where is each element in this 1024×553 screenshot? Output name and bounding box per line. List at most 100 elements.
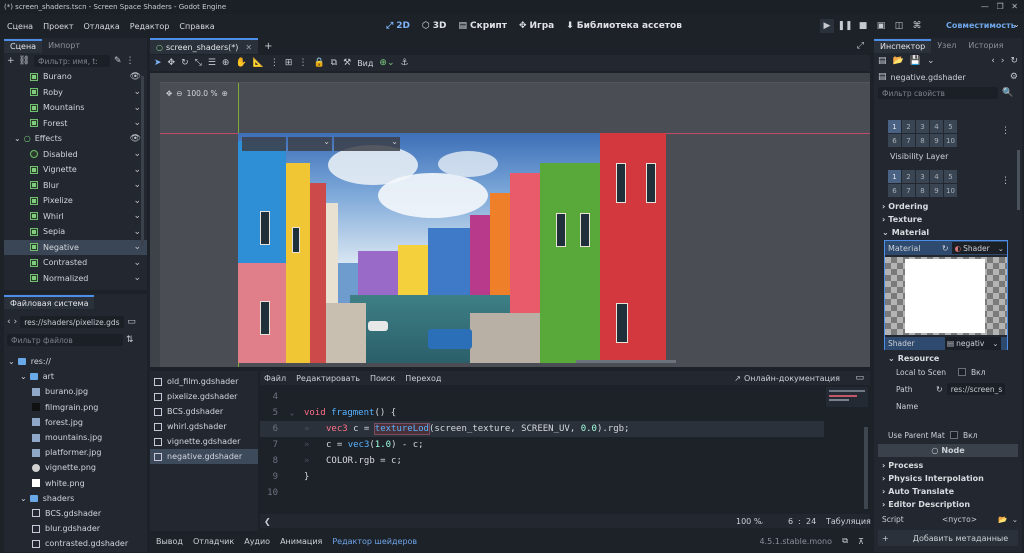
scene-node[interactable]: Forest ⌄ — [4, 116, 147, 132]
menu-help[interactable]: Справка — [174, 22, 219, 31]
layer-cell[interactable]: 7 — [902, 134, 915, 147]
chevron-down-icon[interactable]: ⌄ — [1012, 515, 1018, 524]
shader-picker[interactable]: ▤ negativ ⌄ — [945, 337, 1001, 350]
collapse-icon[interactable]: ❮ — [264, 517, 271, 526]
add-metadata-button[interactable]: + Добавить метаданные — [878, 530, 1018, 546]
split-view-icon[interactable]: ▭ — [127, 317, 136, 327]
add-point-icon[interactable]: ⊕⌄ — [379, 58, 394, 68]
file-item[interactable]: BCS.gdshader — [4, 506, 147, 521]
chevron-down-icon[interactable]: ⌄ — [133, 149, 141, 159]
add-node-icon[interactable]: + — [7, 56, 15, 66]
forward-icon[interactable]: › — [1001, 56, 1005, 66]
visibility-eye-icon[interactable]: 👁 — [130, 134, 141, 144]
section-material[interactable]: ⌄ Material — [878, 226, 1018, 239]
group-icon[interactable]: ⧉ — [331, 58, 337, 68]
menu-project[interactable]: Проект — [38, 22, 78, 31]
pan-icon[interactable]: ✥ — [166, 89, 172, 98]
menu-debug[interactable]: Отладка — [79, 22, 125, 31]
scene-node[interactable]: Disabled ⌄ — [4, 147, 147, 163]
layer-cell[interactable]: 3 — [916, 120, 929, 133]
workspace-2d[interactable]: ⤢ 2D — [380, 21, 416, 31]
layer-cell[interactable]: 2 — [902, 120, 915, 133]
chevron-down-icon[interactable]: ⌄ — [133, 227, 141, 237]
zoom-out-icon[interactable]: ⊖ — [176, 89, 182, 98]
filesystem-path-input[interactable]: res://shaders/pixelize.gds — [20, 316, 125, 328]
layer-cell[interactable]: 5 — [944, 170, 957, 183]
chevron-down-icon[interactable]: ⌄ — [133, 165, 141, 175]
script-attach-icon[interactable]: ✎ — [114, 56, 122, 66]
light-mask-grid[interactable]: 1 2 3 4 5 6 7 8 9 10 — [888, 120, 957, 147]
menu-editor[interactable]: Редактор — [125, 22, 175, 31]
toggle-list-icon[interactable]: ▭ — [855, 373, 864, 383]
menu-search[interactable]: Поиск — [370, 374, 395, 383]
lock-icon[interactable]: 🔒 — [313, 58, 324, 68]
snap-options-icon[interactable]: ⋮ — [298, 58, 307, 68]
chevron-down-icon[interactable]: ⌄ — [133, 180, 141, 190]
window-controls[interactable]: — ❐ ✕ — [981, 2, 1018, 11]
link-icon[interactable]: ⛓ — [19, 56, 30, 66]
expand-arrow-icon[interactable]: ⌄ — [8, 357, 15, 366]
fold-arrow-icon[interactable]: ⌄ — [290, 409, 304, 417]
minimap[interactable] — [826, 387, 868, 407]
scene-node[interactable]: Sepia ⌄ — [4, 224, 147, 240]
inspected-resource[interactable]: negative.gdshader — [891, 73, 966, 82]
file-item[interactable]: burano.jpg — [4, 384, 147, 399]
back-icon[interactable]: ‹ — [991, 56, 995, 66]
layer-cell[interactable]: 6 — [888, 184, 901, 197]
tab-filesystem[interactable]: Файловая система — [4, 295, 95, 309]
tab-shader-editor[interactable]: Редактор шейдеров — [332, 537, 417, 546]
layer-cell[interactable]: 1 — [888, 120, 901, 133]
shader-list-item[interactable]: vignette.gdshader — [150, 434, 258, 449]
section-physics-interpolation[interactable]: › Physics Interpolation — [878, 472, 1018, 485]
code-area[interactable]: 4 5 ⌄ void fragment() {6 » vec3 c = textureLo… — [260, 389, 824, 501]
scene-node[interactable]: Normalized ⌄ — [4, 271, 147, 287]
chevron-down-icon[interactable]: ⌄ — [133, 103, 141, 113]
forward-icon[interactable]: › — [14, 317, 18, 327]
select-tool-icon[interactable]: ➤ — [154, 58, 162, 68]
save-resource-icon[interactable]: 💾 — [910, 56, 921, 66]
file-item[interactable]: white.png — [4, 476, 147, 491]
expand-arrow-icon[interactable]: ⌄ — [20, 494, 27, 503]
add-tab-icon[interactable]: + — [264, 41, 272, 52]
option-dropdown[interactable]: ⌄ — [288, 137, 332, 151]
pause-icon[interactable]: ❚❚ — [837, 19, 852, 33]
option-button[interactable] — [242, 137, 286, 151]
scene-scrollbar[interactable] — [141, 76, 144, 246]
pivot-tool-icon[interactable]: ⊕ — [222, 58, 230, 68]
expand-arrow-icon[interactable]: ⌄ — [14, 134, 21, 143]
tab-node[interactable]: Узел — [931, 39, 962, 53]
shader-list-item[interactable]: whirl.gdshader — [150, 419, 258, 434]
chevron-down-icon[interactable]: ⌄ — [133, 118, 141, 128]
chevron-down-icon[interactable]: ⌄ — [133, 242, 141, 252]
menu-edit[interactable]: Редактировать — [296, 374, 360, 383]
shader-list-item[interactable]: negative.gdshader — [150, 449, 258, 464]
file-item[interactable]: mountains.jpg — [4, 430, 147, 445]
menu-scene[interactable]: Сцена — [2, 22, 38, 31]
renderer-select[interactable]: Совместимость — [946, 21, 1016, 30]
load-resource-icon[interactable]: 📂 — [998, 515, 1007, 524]
chevron-down-icon[interactable]: ⌄ — [133, 211, 141, 221]
online-docs-link[interactable]: ↗ Онлайн-документация — [734, 374, 840, 383]
view-menu[interactable]: Вид — [357, 59, 373, 68]
close-icon[interactable]: ✕ — [245, 43, 252, 52]
object-properties-icon[interactable]: ⚙ — [1010, 72, 1018, 82]
layer-cell[interactable]: 7 — [902, 184, 915, 197]
layer-cell[interactable]: 5 — [944, 120, 957, 133]
chevron-down-icon[interactable]: ⌄ — [133, 273, 141, 283]
layer-cell[interactable]: 4 — [930, 120, 943, 133]
grid-snap-icon[interactable]: ⊞ — [285, 58, 293, 68]
ruler-tool-icon[interactable]: 📐 — [253, 58, 264, 68]
layer-cell[interactable]: 3 — [916, 170, 929, 183]
scene-filter-input[interactable]: Фильтр: имя, t: — [33, 55, 110, 67]
load-resource-icon[interactable]: 📂 — [893, 56, 904, 66]
viewport-hscroll[interactable] — [576, 360, 676, 363]
expand-arrow-icon[interactable]: ⌄ — [20, 372, 27, 381]
layer-cell[interactable]: 10 — [944, 184, 957, 197]
option-dropdown[interactable]: ⌄ — [334, 137, 400, 151]
pan-tool-icon[interactable]: ✋ — [235, 58, 246, 68]
script-value[interactable]: <пусто> — [942, 515, 977, 524]
sort-icon[interactable]: ⇅ — [126, 335, 134, 345]
file-item[interactable]: platformer.jpg — [4, 445, 147, 460]
distraction-free-icon[interactable]: ⤢ — [857, 41, 864, 51]
section-texture[interactable]: › Texture — [878, 213, 1018, 226]
